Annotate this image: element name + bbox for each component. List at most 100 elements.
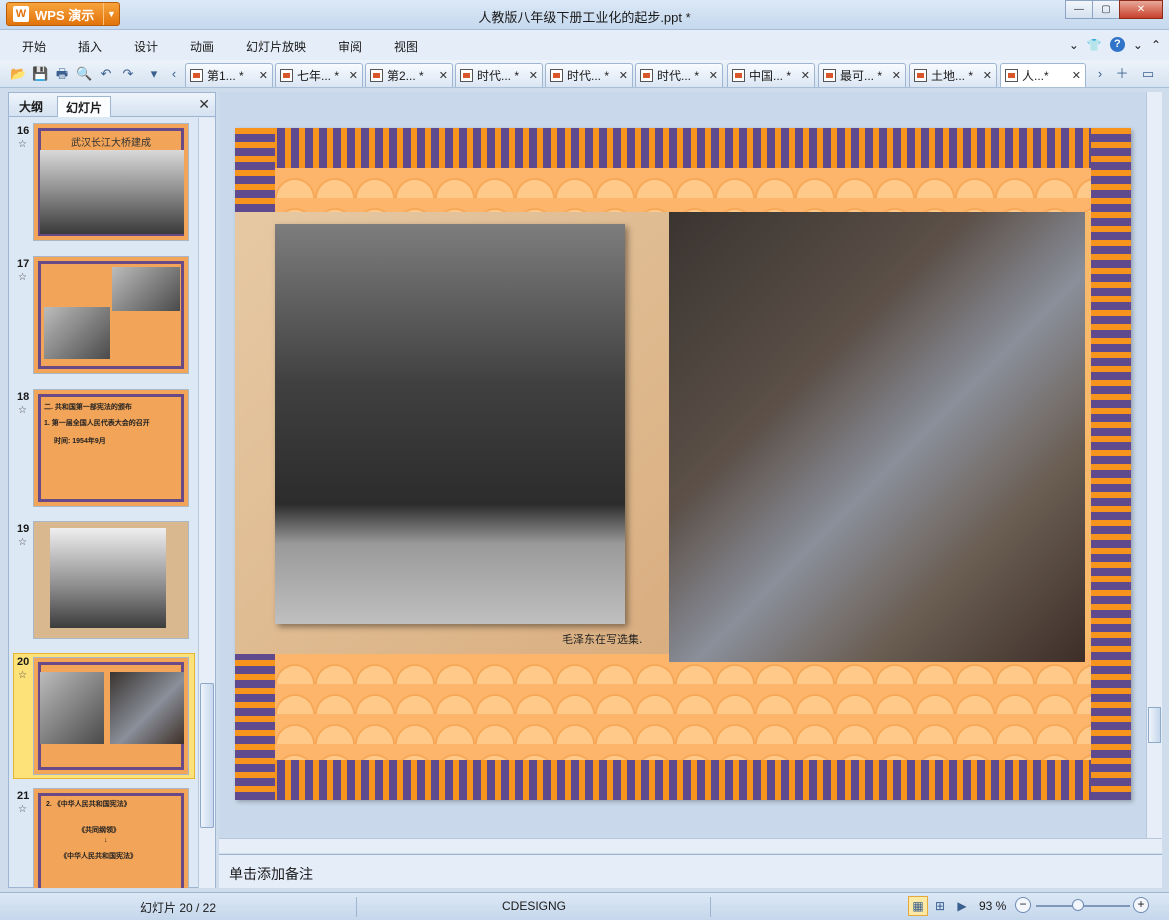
status-bar: 幻灯片 20 / 22 CDESIGNG ▦ ⊞ ▶ 93 % − +: [0, 892, 1169, 920]
scrollbar-thumb[interactable]: [1148, 707, 1161, 743]
redo-icon[interactable]: ↷: [120, 66, 136, 82]
doc-tab[interactable]: 时代... * ✕: [455, 63, 543, 87]
doc-tab[interactable]: 七年... * ✕: [275, 63, 363, 87]
slideshow-play-icon[interactable]: ▶: [952, 896, 972, 916]
slide-thumbnail-16[interactable]: 武汉长江大桥建成: [33, 123, 189, 241]
historical-photo-left[interactable]: [275, 224, 625, 624]
minimize-button[interactable]: —: [1065, 0, 1093, 19]
star-icon: ☆: [18, 804, 27, 815]
open-folder-icon[interactable]: 📂: [10, 66, 26, 82]
thumbnail-photo: [110, 672, 184, 744]
tab-label: 第1... *: [207, 69, 244, 83]
menu-design[interactable]: 设计: [134, 38, 158, 55]
chevron-down-icon[interactable]: ⌄: [1069, 38, 1079, 52]
ppt-file-icon: [550, 69, 563, 82]
doc-tab[interactable]: 土地... * ✕: [909, 63, 997, 87]
thumbnail-photo: [40, 672, 104, 744]
save-icon[interactable]: 💾: [32, 66, 48, 82]
shirt-icon[interactable]: 👕: [1087, 38, 1102, 52]
close-icon[interactable]: ✕: [983, 69, 992, 82]
doc-tab[interactable]: 时代... * ✕: [635, 63, 723, 87]
slide-sorter-icon[interactable]: ⊞: [930, 896, 950, 916]
tab-scroll-right-icon[interactable]: ›: [1092, 66, 1108, 82]
close-icon[interactable]: ✕: [198, 96, 210, 113]
close-icon[interactable]: ✕: [801, 69, 810, 82]
slide-thumbnail-21[interactable]: 2. 《中华人民共和国宪法》 《共同纲领》 ↓ 《中华人民共和国宪法》: [33, 788, 189, 888]
slide-number: 21: [17, 790, 30, 802]
thumbnail-text: 2. 《中华人民共和国宪法》: [46, 801, 131, 808]
print-preview-icon[interactable]: 🔍: [76, 66, 92, 82]
menu-review[interactable]: 审阅: [338, 38, 362, 55]
close-icon[interactable]: ✕: [892, 69, 901, 82]
maximize-button[interactable]: ▢: [1092, 0, 1120, 19]
slide-thumbnail-19[interactable]: [33, 521, 189, 639]
toolbar-dropdown-icon[interactable]: ▾: [146, 66, 162, 82]
notes-placeholder: 单击添加备注: [229, 866, 313, 882]
slide-thumbnail-17[interactable]: [33, 256, 189, 374]
editor-horizontal-scrollbar[interactable]: [219, 838, 1162, 853]
menu-slideshow[interactable]: 幻灯片放映: [246, 38, 306, 55]
theme-name: CDESIGNG: [502, 899, 567, 913]
thumbnail-text: 时间: 1954年9月: [54, 438, 106, 445]
close-icon[interactable]: ✕: [529, 69, 538, 82]
doc-tab-active[interactable]: 人...* ✕: [1000, 63, 1086, 87]
slide-thumbnail-20[interactable]: [33, 657, 189, 775]
historical-photo-right[interactable]: [669, 212, 1085, 662]
tab-label: 中国... *: [749, 69, 792, 83]
close-icon[interactable]: ✕: [349, 69, 358, 82]
arrow-down-icon: ↓: [104, 837, 108, 844]
menu-home[interactable]: 开始: [22, 38, 46, 55]
star-icon: ☆: [18, 537, 27, 548]
slides-pane: 大纲 幻灯片 ✕ 16 ☆ 武汉长江大桥建成 17 ☆ 18 ☆ 二. 共和国第…: [8, 92, 216, 888]
normal-view-icon[interactable]: ▦: [908, 896, 928, 916]
tab-list-icon[interactable]: ▭: [1140, 66, 1156, 82]
slide-thumbnail-18[interactable]: 二. 共和国第一部宪法的颁布 1. 第一届全国人民代表大会的召开 时间: 195…: [33, 389, 189, 507]
current-slide[interactable]: 毛泽东在写选集.: [235, 128, 1131, 800]
tab-outline[interactable]: 大纲: [11, 96, 51, 117]
close-icon[interactable]: ✕: [709, 69, 718, 82]
chevron-down-icon[interactable]: ⌄: [1133, 38, 1143, 52]
zoom-level: 93 %: [979, 899, 1007, 913]
doc-tab[interactable]: 最可... * ✕: [818, 63, 906, 87]
doc-tab[interactable]: 第2... * ✕: [365, 63, 453, 87]
divider: [356, 897, 357, 917]
ppt-file-icon: [280, 69, 293, 82]
zoom-in-icon[interactable]: +: [1133, 897, 1149, 913]
ppt-file-icon: [190, 69, 203, 82]
slide-editing-area: 毛泽东在写选集.: [219, 92, 1162, 840]
ppt-file-icon: [732, 69, 745, 82]
menu-insert[interactable]: 插入: [78, 38, 102, 55]
scallop-pattern: [275, 654, 1091, 760]
doc-tab[interactable]: 第1... * ✕: [185, 63, 273, 87]
slides-pane-scrollbar[interactable]: [198, 118, 215, 888]
slide-number: 16: [17, 125, 30, 137]
tab-scroll-left-icon[interactable]: ‹: [166, 66, 182, 82]
doc-tab[interactable]: 时代... * ✕: [545, 63, 633, 87]
tab-label: 人...*: [1022, 69, 1049, 83]
menu-animation[interactable]: 动画: [190, 38, 214, 55]
close-icon[interactable]: ✕: [619, 69, 628, 82]
slide-counter: 幻灯片 20 / 22: [140, 901, 217, 915]
editor-vertical-scrollbar[interactable]: [1146, 92, 1162, 838]
zoom-slider-handle[interactable]: [1072, 899, 1084, 911]
notes-pane[interactable]: 单击添加备注: [219, 854, 1162, 888]
close-icon[interactable]: ✕: [1072, 69, 1081, 82]
help-icon[interactable]: ?: [1109, 37, 1125, 52]
close-button[interactable]: ✕: [1119, 0, 1163, 19]
menu-view[interactable]: 视图: [394, 38, 418, 55]
print-icon[interactable]: 🖶: [54, 66, 70, 82]
doc-tab[interactable]: 中国... * ✕: [727, 63, 815, 87]
scrollbar-thumb[interactable]: [200, 683, 214, 828]
divider: [710, 897, 711, 917]
ribbon-collapse-icon[interactable]: ⌃: [1151, 38, 1161, 52]
quick-access-toolbar: 📂 💾 🖶 🔍 ↶ ↷ ▾ ‹ 第1... * ✕ 七年... * ✕ 第2..…: [0, 60, 1169, 88]
close-icon[interactable]: ✕: [259, 69, 268, 82]
zoom-out-icon[interactable]: −: [1015, 897, 1031, 913]
scallop-pattern: [275, 168, 1091, 212]
undo-icon[interactable]: ↶: [98, 66, 114, 82]
ppt-file-icon: [460, 69, 473, 82]
tab-slides[interactable]: 幻灯片: [57, 96, 112, 117]
new-tab-icon[interactable]: ＋: [1114, 66, 1130, 82]
close-icon[interactable]: ✕: [439, 69, 448, 82]
decorative-border: [235, 760, 1131, 800]
